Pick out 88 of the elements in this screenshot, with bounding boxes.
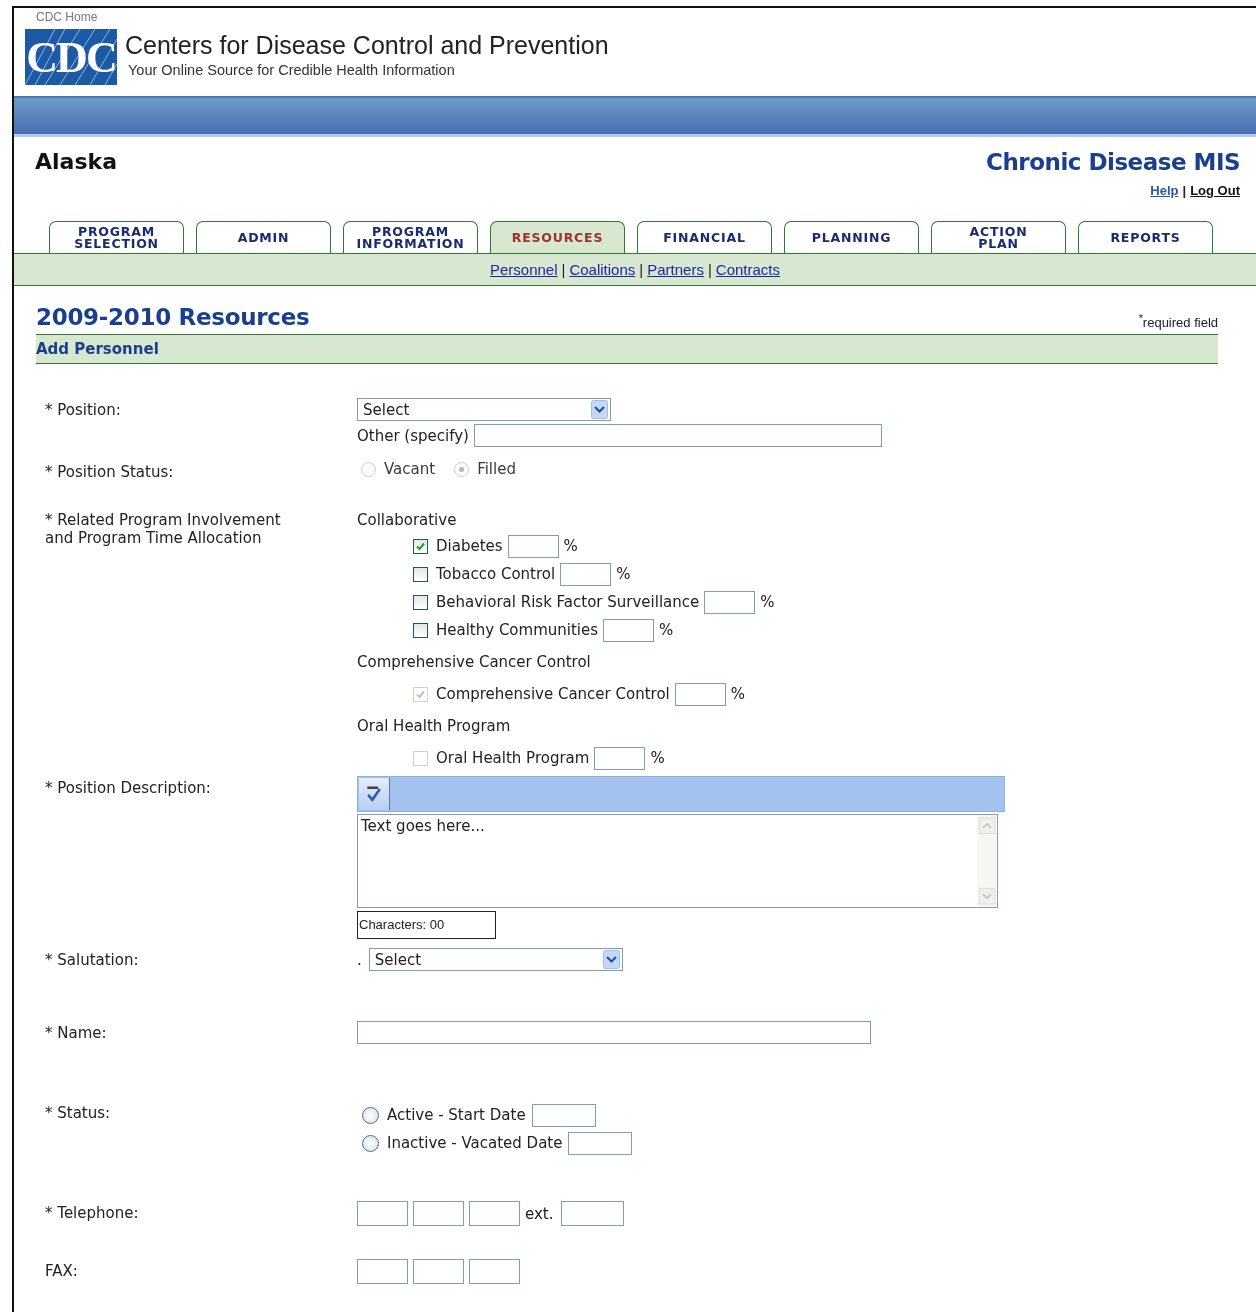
percent-input[interactable] [603,618,655,642]
logo: CDC [25,29,117,85]
percent-input[interactable] [704,590,756,614]
radio-button[interactable] [362,1134,379,1152]
phone-input[interactable] [469,1259,520,1284]
phone-input[interactable] [357,1259,408,1284]
select-dropdown[interactable]: Select [357,398,611,421]
date-input[interactable] [531,1103,596,1127]
checkbox-label: Oral Health Program [436,749,590,767]
field-label: * Status: [44,1103,112,1124]
checkbox[interactable] [413,622,428,638]
radio-label: Inactive - Vacated Date [387,1134,563,1152]
percent-input[interactable] [560,562,612,586]
phone-input[interactable] [413,1259,464,1284]
subnav-link[interactable]: Personnel [489,261,558,278]
radio-label: Active - Start Date [387,1106,526,1124]
checkbox[interactable] [413,566,428,582]
nav-tab[interactable]: PLANNING [784,221,919,253]
separator: | [707,261,712,278]
extension-input[interactable] [560,1201,624,1226]
field-label: * Position: [44,400,122,421]
separator: | [561,261,566,278]
checkbox[interactable] [413,538,428,554]
name-input[interactable] [357,1021,871,1044]
subnav-link[interactable]: Partners [647,261,704,278]
percent-input[interactable] [674,682,726,706]
group-title: Collaborative [357,510,458,531]
field-label: * Position Description: [44,778,212,799]
scrollbar[interactable] [977,815,997,907]
user-link[interactable]: Help [1150,183,1179,198]
required-note: $^{*}$required field [1138,311,1218,330]
home-link[interactable]: CDC Home [36,10,98,24]
description-textarea[interactable]: Text goes here... [357,814,998,908]
separator: | [639,261,644,278]
phone-input[interactable] [469,1201,520,1226]
field-label: FAX: [44,1261,79,1282]
spellcheck-icon [364,784,384,804]
radio-button[interactable] [362,1106,379,1124]
spellcheck-button[interactable] [359,778,390,810]
state-name: Alaska [35,149,117,176]
unit-text: % [616,565,631,583]
select-dropdown[interactable]: Select [368,948,623,971]
nav-tab[interactable]: RESOURCES [490,221,625,253]
nav-tab[interactable]: FINANCIAL [637,221,772,253]
character-counter: Characters: 00 [357,911,496,939]
unit-text: % [760,593,775,611]
unit-text: % [563,537,578,555]
checkbox-label: Tobacco Control [436,565,556,583]
nav-tab[interactable]: PROGRAM INFORMATION [343,221,478,253]
nav-tab[interactable]: PROGRAM SELECTION [49,221,184,253]
unit-text: % [650,749,665,767]
checkbox-label: Comprehensive Cancer Control [436,685,670,703]
tagline: Your Online Source for Credible Health Information [128,62,456,78]
unit-text: % [659,621,674,639]
phone-input[interactable] [413,1201,464,1226]
percent-input[interactable] [507,534,559,558]
nav-tab[interactable]: REPORTS [1078,221,1213,253]
site-title: Centers for Disease Control and Prevention [125,31,609,60]
date-input[interactable] [568,1131,633,1155]
app-title: Chronic Disease MIS [986,149,1240,175]
field-label: * Telephone: [44,1203,140,1224]
group-title: Oral Health Program [357,716,512,737]
subnav-link[interactable]: Coalitions [569,261,636,278]
separator: | [1182,183,1187,198]
percent-input[interactable] [594,746,646,770]
group-title: Comprehensive Cancer Control [357,652,592,673]
checkbox-label: Healthy Communities [436,621,599,639]
checkbox-label: Diabetes [436,537,503,555]
section-header: Add Personnel [36,334,1218,364]
nav-tab[interactable]: ACTION PLAN [931,221,1066,253]
other-label: Other (specify) [357,426,469,445]
radio-label: Vacant [384,460,436,478]
subnav-link[interactable]: Contracts [715,261,780,278]
ext-label: ext. [525,1204,554,1223]
page-title: 2009-2010 Resources [36,304,310,330]
field-label: * Position Status: [44,462,175,483]
radio-label: Filled [477,460,516,478]
checkbox[interactable] [413,594,428,610]
prefix-text: . [357,950,362,969]
unit-text: % [730,685,746,703]
phone-input[interactable] [357,1201,408,1226]
checkbox-label: Behavioral Risk Factor Surveillance [436,593,700,611]
field-label: * Salutation: [44,950,140,971]
nav-tab[interactable]: ADMIN [196,221,331,253]
field-label: * Related Program Involvement and Program Time Allocation [44,510,282,549]
other-input[interactable] [473,424,882,447]
field-label: * Name: [44,1023,108,1044]
user-link[interactable]: Log Out [1190,183,1240,198]
